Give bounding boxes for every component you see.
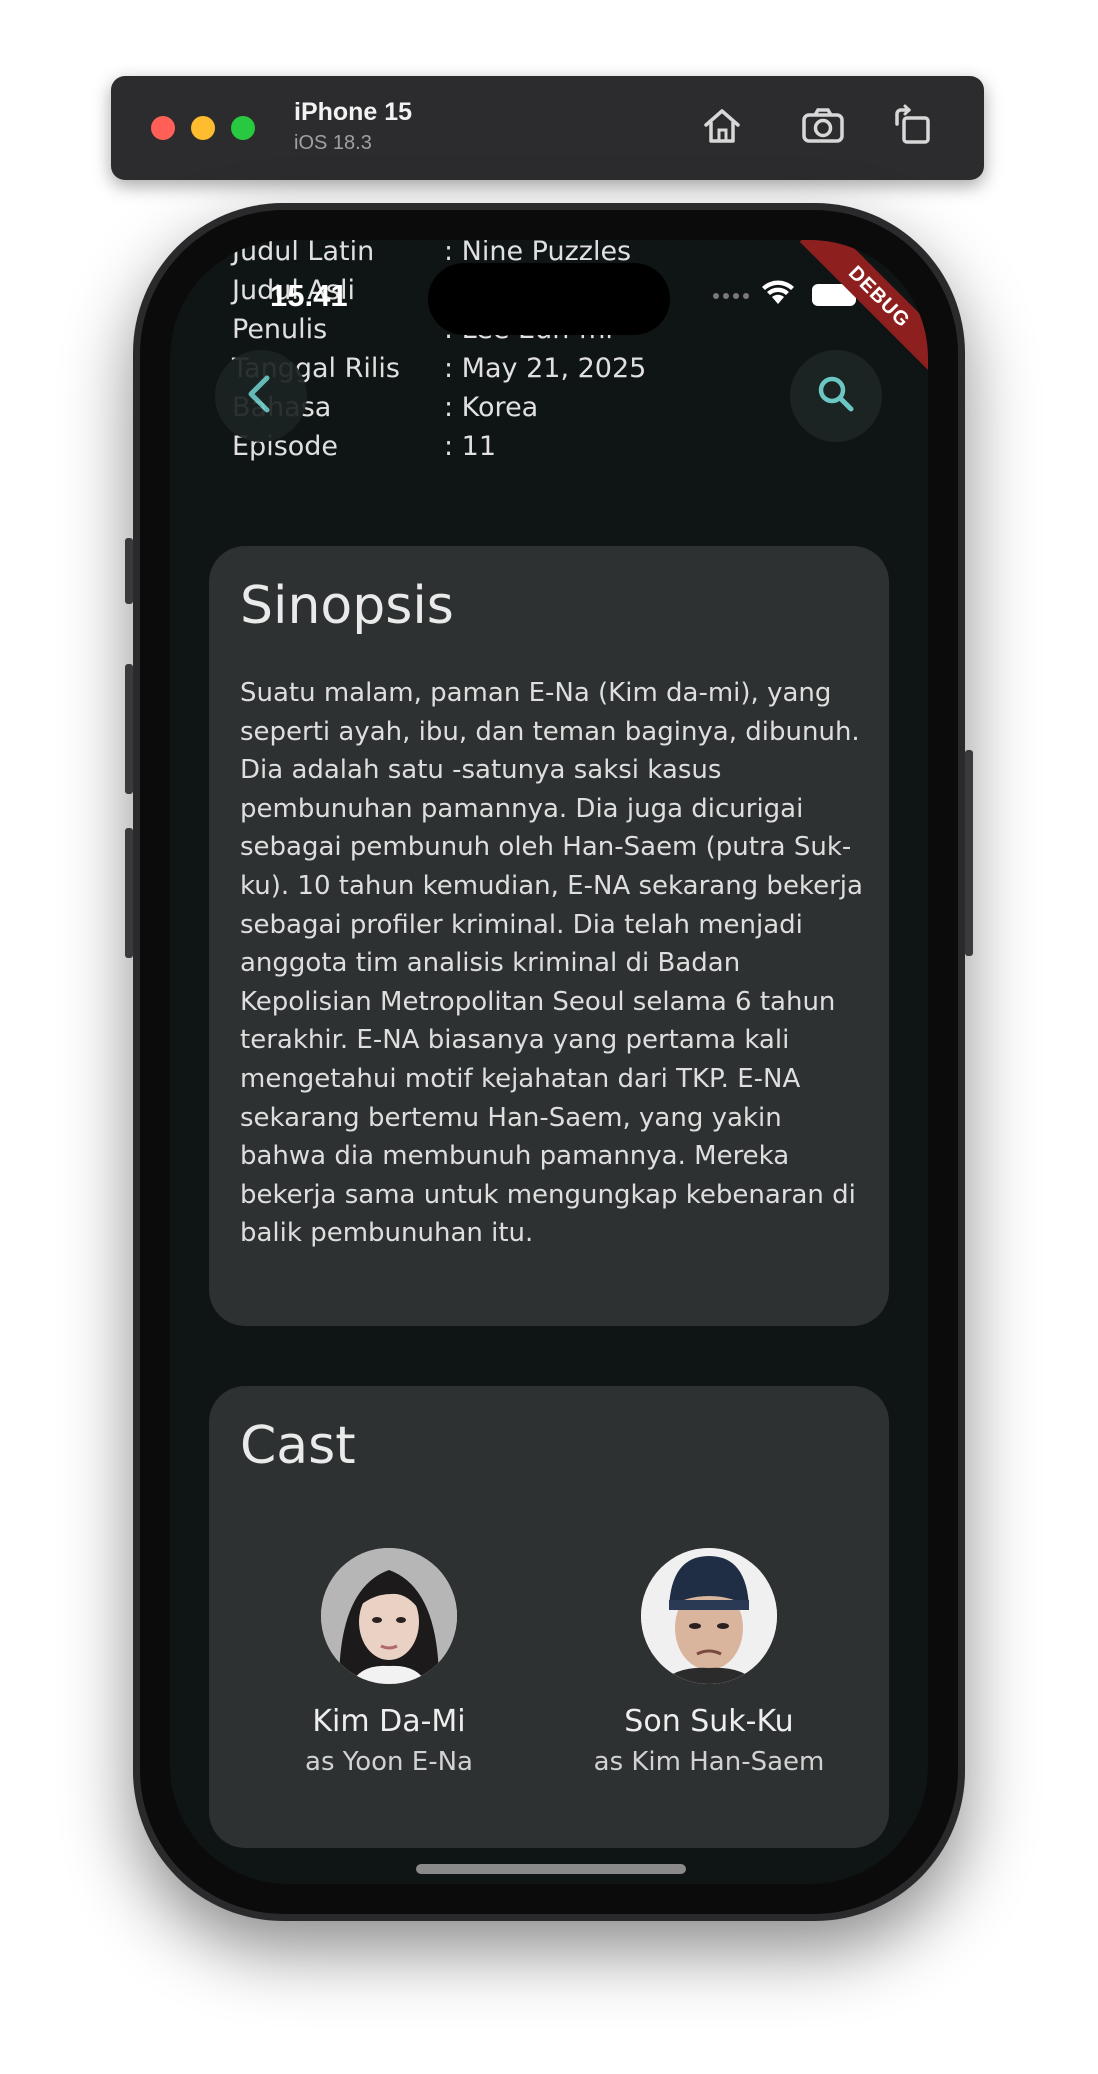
minimize-window-button[interactable] <box>191 116 215 140</box>
cast-card: Cast Kim Da-Mi as Yoon E-Na Son Suk-Ku a… <box>209 1386 889 1848</box>
back-button[interactable] <box>215 350 307 442</box>
info-value: : May 21, 2025 <box>444 353 647 384</box>
info-value: : 11 <box>444 431 497 462</box>
home-indicator[interactable] <box>416 1864 686 1874</box>
info-label: Penulis <box>232 314 328 345</box>
cellular-icon <box>713 293 749 299</box>
screenshot-icon[interactable] <box>799 102 847 150</box>
cast-role: as Yoon E-Na <box>305 1747 473 1777</box>
wifi-icon <box>762 280 794 304</box>
synopsis-title: Sinopsis <box>240 576 454 636</box>
info-label: Judul Latin <box>232 240 375 267</box>
cast-title: Cast <box>240 1416 356 1476</box>
cast-name: Son Suk-Ku <box>624 1704 794 1739</box>
simulator-toolbar: iPhone 15 iOS 18.3 <box>111 76 984 180</box>
cast-member[interactable]: Kim Da-Mi as Yoon E-Na <box>239 1548 539 1777</box>
synopsis-text: Suatu malam, paman E-Na (Kim da-mi), yan… <box>240 678 863 1249</box>
close-window-button[interactable] <box>151 116 175 140</box>
cast-name: Kim Da-Mi <box>312 1704 466 1739</box>
volume-up-button <box>125 664 133 794</box>
app-screen: Judul Latin : Nine Puzzles Judul Asli Pe… <box>170 240 928 1884</box>
search-button[interactable] <box>790 350 882 442</box>
avatar <box>641 1548 777 1684</box>
power-button <box>965 750 973 956</box>
zoom-window-button[interactable] <box>231 116 255 140</box>
rotate-icon[interactable] <box>889 102 937 150</box>
action-button <box>125 538 133 604</box>
chevron-left-icon <box>239 372 283 420</box>
os-version: iOS 18.3 <box>294 132 372 154</box>
avatar <box>321 1548 457 1684</box>
dynamic-island <box>428 263 670 335</box>
device-name: iPhone 15 <box>294 98 413 126</box>
info-value: : Korea <box>444 392 539 423</box>
status-time: 15.41 <box>270 278 348 313</box>
volume-down-button <box>125 828 133 958</box>
search-icon <box>816 374 856 418</box>
synopsis-card: Sinopsis Suatu malam, paman E-Na (Kim da… <box>209 546 889 1326</box>
cast-role: as Kim Han-Saem <box>593 1747 825 1777</box>
cast-member[interactable]: Son Suk-Ku as Kim Han-Saem <box>559 1548 859 1777</box>
home-icon[interactable] <box>698 102 746 150</box>
